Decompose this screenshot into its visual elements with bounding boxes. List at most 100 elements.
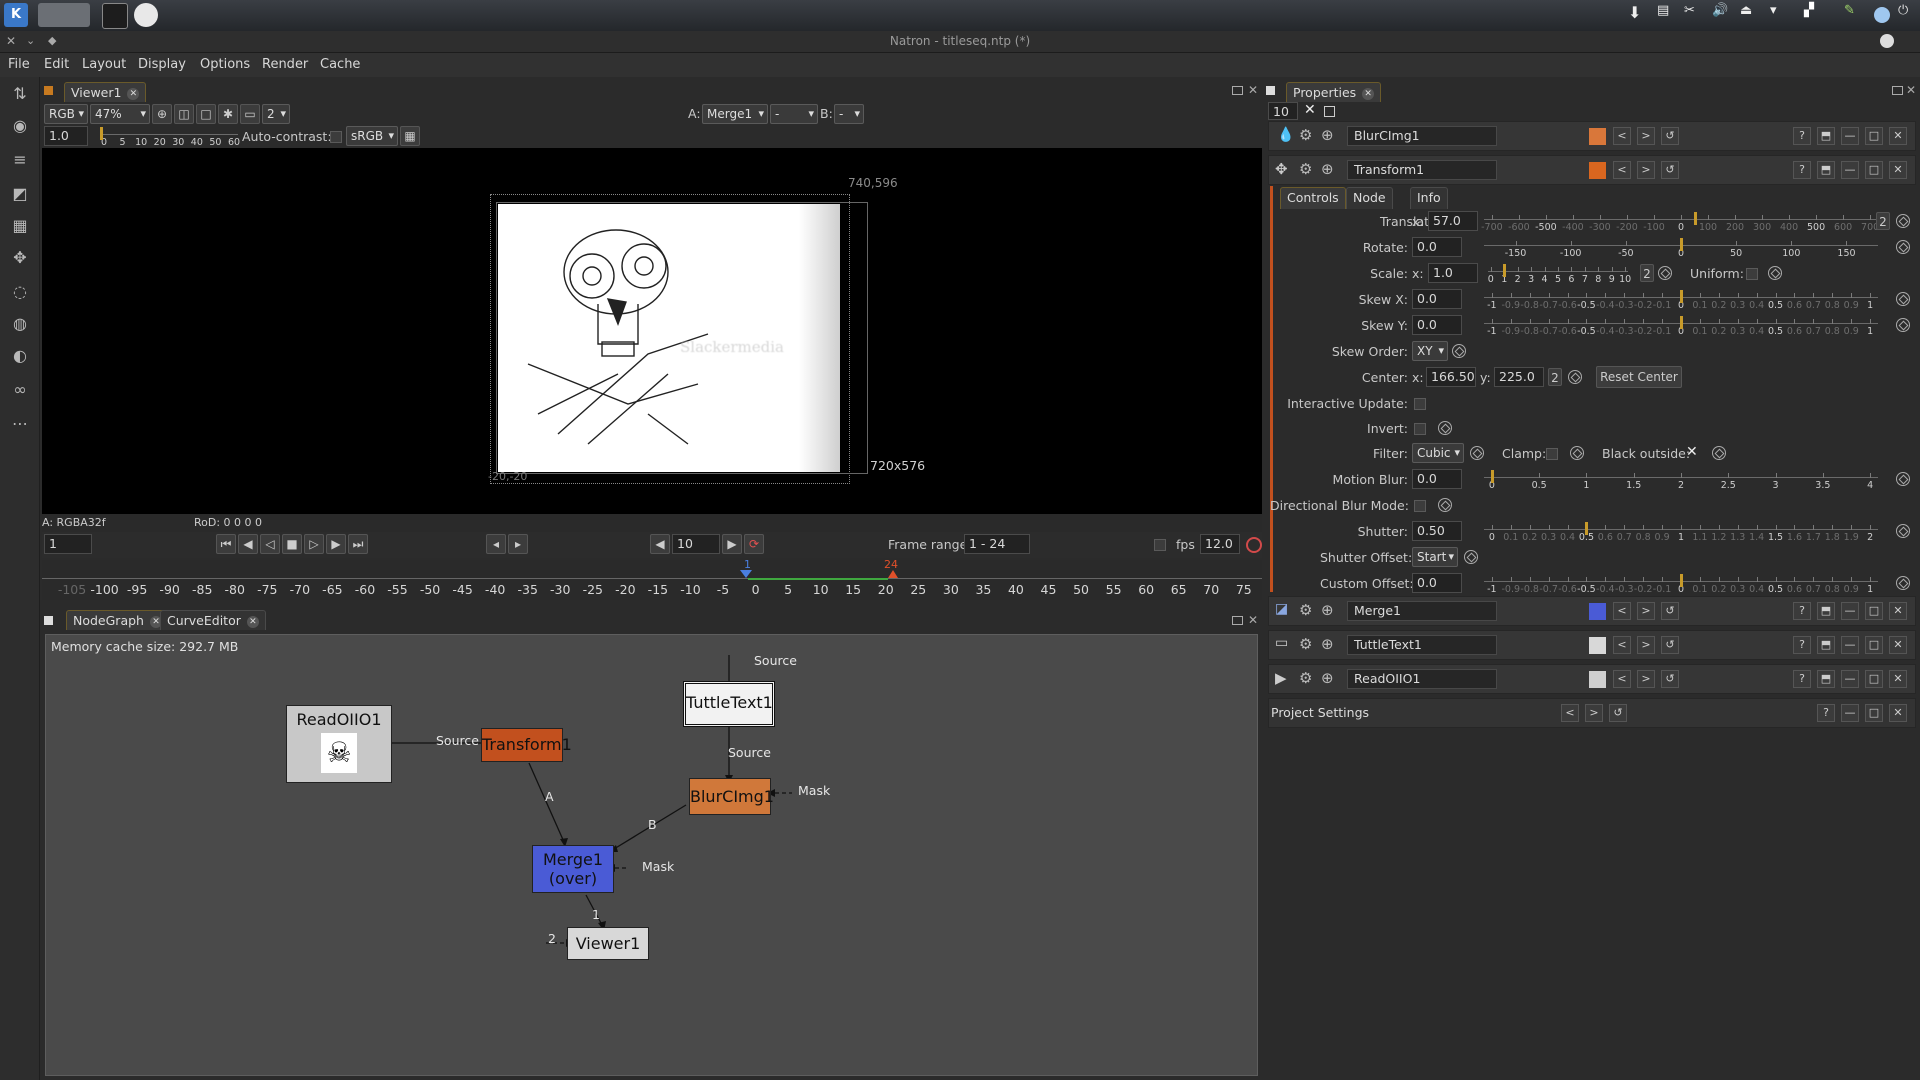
restore-defaults-icon[interactable]: ↺ [1661, 161, 1679, 179]
directional-blur-checkbox[interactable] [1414, 500, 1426, 512]
close-tab-icon[interactable]: ✕ [1362, 87, 1375, 100]
skew-order-animation-icon[interactable] [1452, 344, 1466, 358]
input-a-select[interactable]: Merge1 [702, 104, 768, 124]
close-tab-icon[interactable]: ✕ [246, 615, 259, 628]
node-color-swatch[interactable] [1589, 162, 1606, 179]
reset-center-button[interactable]: Reset Center [1596, 366, 1682, 388]
composite-op-select[interactable]: - [770, 104, 818, 124]
redo-icon[interactable]: > [1637, 670, 1655, 688]
clipboard-icon[interactable]: ▤ [1657, 3, 1677, 27]
pane-float-icon[interactable] [1892, 86, 1903, 95]
tab-curve-editor[interactable]: CurveEditor ✕ [160, 610, 266, 630]
forward-increment-icon[interactable]: ▶ [722, 534, 742, 554]
restore-defaults-icon[interactable]: ↺ [1609, 704, 1627, 722]
color-tools-icon[interactable]: ◩ [9, 183, 31, 205]
rotate-field[interactable]: 0.0 [1412, 237, 1462, 257]
scale-dimension-button[interactable]: 2 [1640, 264, 1654, 282]
shutter-field[interactable]: 0.50 [1412, 521, 1462, 541]
menu-layout[interactable]: Layout [82, 57, 126, 72]
translate-slider[interactable]: -700 -600 -500 -400 -300 -200 -100 0 100 200 300 40… [1481, 210, 1879, 236]
node-blur-cimg[interactable]: BlurCImg1 [689, 778, 774, 815]
maximize-panel-icon[interactable]: □ [1865, 127, 1883, 145]
status-dot-icon[interactable] [1874, 7, 1890, 23]
image-tools-icon[interactable]: ◉ [9, 115, 31, 137]
panel-name-field[interactable]: TuttleText1 [1347, 635, 1497, 655]
previous-frame-icon[interactable]: ◀ [238, 534, 258, 554]
cut-icon[interactable]: ✂ [1684, 3, 1704, 27]
properties-pane-handle[interactable] [1266, 86, 1275, 95]
center-animation-icon[interactable] [1568, 370, 1582, 384]
terminal-icon[interactable] [102, 3, 128, 29]
menu-render[interactable]: Render [262, 57, 308, 72]
first-frame-icon[interactable]: ⏮ [216, 534, 236, 554]
checkerboard-icon[interactable]: ▦ [400, 126, 420, 146]
filter-tools-icon[interactable]: ▦ [9, 215, 31, 237]
skew-x-animation-icon[interactable] [1896, 292, 1910, 306]
float-panel-icon[interactable]: ⬒ [1817, 636, 1835, 654]
next-keyframe-icon[interactable]: ▸ [508, 534, 528, 554]
auto-contrast-checkbox[interactable] [330, 131, 342, 143]
motion-blur-slider[interactable]: 0 0.5 1 1.5 2 2.5 3 3.5 4 [1484, 468, 1878, 494]
uniform-animation-icon[interactable] [1768, 266, 1782, 280]
node-read-oiio[interactable]: ReadOIIO1 ☠ [286, 705, 392, 783]
close-panel-icon[interactable]: ✕ [1889, 636, 1907, 654]
node-transform[interactable]: Transform1 [481, 728, 572, 762]
center-node-icon[interactable]: ⊕ [1321, 635, 1334, 653]
subtab-info[interactable]: Info [1410, 187, 1448, 209]
translate-animation-icon[interactable] [1896, 214, 1910, 228]
scale-animation-icon[interactable] [1658, 266, 1672, 280]
max-panels-field[interactable]: 10 [1268, 102, 1298, 120]
custom-offset-slider[interactable]: -1 -0.9 -0.8 -0.7 -0.6 -0.5 -0.4 -0.3 -0.2 -0.1 0 0… [1484, 572, 1878, 598]
slider-handle[interactable] [1680, 574, 1683, 587]
transform-tools-icon[interactable]: ✥ [9, 247, 31, 269]
clamp-checkbox[interactable] [1546, 448, 1558, 460]
colorspace-select[interactable]: sRGB [346, 126, 398, 146]
custom-offset-animation-icon[interactable] [1896, 576, 1910, 590]
undo-icon[interactable]: < [1613, 602, 1631, 620]
skew-y-slider[interactable]: -1 -0.9 -0.8 -0.7 -0.6 -0.5 -0.4 -0.3 -0.2 -0.1 0 0… [1484, 314, 1878, 340]
help-icon[interactable]: ? [1793, 636, 1811, 654]
node-viewer[interactable]: Viewer1 [567, 927, 649, 960]
node-merge[interactable]: Merge1 (over) [532, 845, 614, 893]
interactive-update-checkbox[interactable] [1414, 398, 1426, 410]
drive-icon[interactable]: ⏏ [1740, 3, 1760, 27]
node-color-swatch[interactable] [1589, 128, 1606, 145]
timeline[interactable]: -105 -100 -95 -90 -85 -80 -75 -70 -65 -60 -55 -50 -4… [42, 558, 1280, 600]
redo-icon[interactable]: > [1637, 602, 1655, 620]
panel-header-merge1[interactable]: ◪ ⚙ ⊕ Merge1 < > ↺ ? ⬒ — □ ✕ [1268, 596, 1916, 626]
io-tools-icon[interactable]: ⇅ [9, 83, 31, 105]
tray-arrow-icon[interactable]: ▾ [1770, 3, 1784, 27]
menu-cache[interactable]: Cache [320, 57, 360, 72]
skew-y-field[interactable]: 0.0 [1412, 315, 1462, 335]
scale-field[interactable]: 1.0 [1428, 263, 1478, 283]
subtab-node[interactable]: Node [1346, 187, 1393, 209]
translate-x-field[interactable]: 57.0 [1428, 211, 1478, 231]
previous-keyframe-icon[interactable]: ◂ [486, 534, 506, 554]
stop-icon[interactable]: ■ [282, 534, 302, 554]
center-node-icon[interactable]: ⊕ [1321, 160, 1334, 178]
scale-slider[interactable]: 0 1 2 3 4 5 6 7 8 9 10 [1488, 262, 1631, 288]
slider-handle[interactable] [1503, 264, 1507, 277]
maximize-panel-icon[interactable]: □ [1865, 636, 1883, 654]
clamp-animation-icon[interactable] [1570, 446, 1584, 460]
undo-icon[interactable]: < [1613, 127, 1631, 145]
close-panel-icon[interactable]: ✕ [1889, 127, 1907, 145]
undo-icon[interactable]: < [1613, 636, 1631, 654]
node-graph-canvas[interactable]: Memory cache size: 292.7 MB ReadOIIO1 ☠ [45, 634, 1258, 1076]
shutter-offset-select[interactable]: Start [1412, 547, 1458, 567]
pane-close-icon[interactable]: ✕ [1248, 613, 1258, 627]
undo-icon[interactable]: < [1613, 161, 1631, 179]
minimize-panel-icon[interactable]: — [1841, 161, 1859, 179]
last-frame-icon[interactable]: ⏭ [348, 534, 368, 554]
subtab-controls[interactable]: Controls [1280, 187, 1346, 209]
maximize-panel-icon[interactable]: □ [1865, 161, 1883, 179]
slider-handle[interactable] [1680, 290, 1683, 303]
tab-properties[interactable]: Properties ✕ [1286, 82, 1382, 102]
skew-order-select[interactable]: XY [1412, 341, 1448, 361]
panel-name-field[interactable]: ReadOIIO1 [1347, 669, 1497, 689]
center-node-icon[interactable]: ⊕ [1321, 669, 1334, 687]
center-y-field[interactable]: 225.0 [1494, 367, 1544, 387]
undo-icon[interactable]: < [1561, 704, 1579, 722]
clip-to-project-icon[interactable]: ⊕ [152, 104, 172, 124]
panel-header-readoiio1[interactable]: ▶ ⚙ ⊕ ReadOIIO1 < > ↺ ? ⬒ — □ ✕ [1268, 664, 1916, 694]
